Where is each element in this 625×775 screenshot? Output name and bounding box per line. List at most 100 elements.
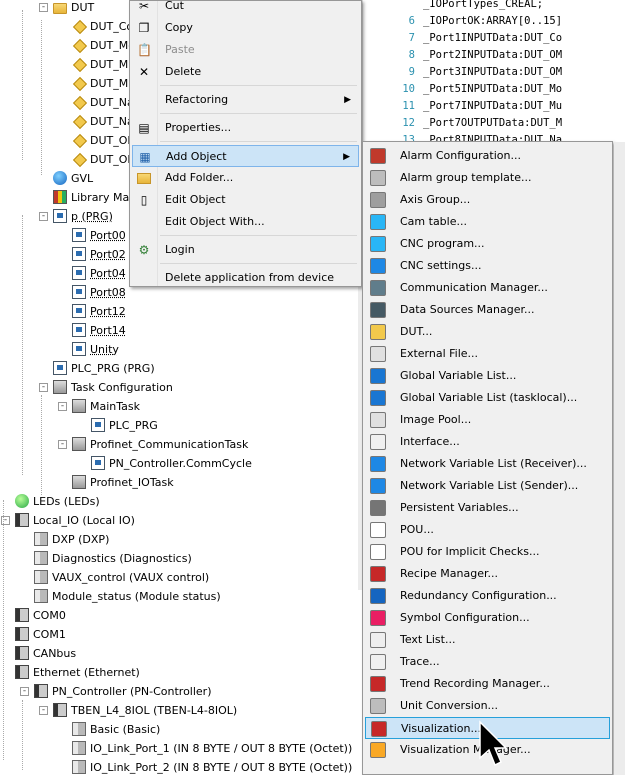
tree-item[interactable]: DUT: [53, 0, 94, 17]
submenu-item-external-file[interactable]: External File...: [365, 343, 610, 365]
tree-guide-line: [41, 395, 42, 495]
menu-item-add-folder[interactable]: Add Folder...: [132, 167, 359, 189]
tree-item[interactable]: Local_IO (Local IO): [15, 511, 135, 530]
code-line[interactable]: _IOPortTypes_CREAL;: [363, 0, 543, 13]
submenu-scrollbar[interactable]: [614, 142, 625, 775]
submenu-item-text-list[interactable]: Text List...: [365, 629, 610, 651]
tree-item[interactable]: PLC_PRG (PRG): [53, 359, 155, 378]
submenu-item-redundancy-configuration[interactable]: Redundancy Configuration...: [365, 585, 610, 607]
tree-item[interactable]: Port12: [72, 302, 126, 321]
submenu-item-network-variable-list-sender[interactable]: Network Variable List (Sender)...: [365, 475, 610, 497]
submenu-item-recipe-manager[interactable]: Recipe Manager...: [365, 563, 610, 585]
tree-item[interactable]: PN_Controller (PN-Controller): [34, 682, 212, 701]
submenu-item-pou[interactable]: POU...: [365, 519, 610, 541]
submenu-item-axis-group[interactable]: Axis Group...: [365, 189, 610, 211]
tree-expander[interactable]: -: [58, 440, 67, 449]
submenu-item-cam-table[interactable]: Cam table...: [365, 211, 610, 233]
submenu-item-alarm-group-template[interactable]: Alarm group template...: [365, 167, 610, 189]
menu-item-cut[interactable]: ✂ Cut: [132, 0, 359, 17]
tree-item-label: COM0: [33, 609, 66, 622]
submenu-item-pou-for-implicit-checks[interactable]: POU for Implicit Checks...: [365, 541, 610, 563]
tree-item[interactable]: VAUX_control (VAUX control): [34, 568, 209, 587]
submenu-item-unit-conversion[interactable]: Unit Conversion...: [365, 695, 610, 717]
submenu-item-data-sources-manager[interactable]: Data Sources Manager...: [365, 299, 610, 321]
tree-expander[interactable]: -: [39, 212, 48, 221]
menu-item-login[interactable]: ⚙ Login: [132, 239, 359, 261]
tree-expander[interactable]: -: [39, 3, 48, 12]
tree-item[interactable]: Port08: [72, 283, 126, 302]
tree-item[interactable]: Basic (Basic): [72, 720, 160, 739]
action-icon: [72, 228, 86, 242]
code-line[interactable]: 12 _Port7OUTPUTData:DUT_M: [363, 115, 562, 132]
menu-item-refactoring[interactable]: Refactoring ▶: [132, 89, 359, 111]
program-icon: [53, 361, 67, 375]
tree-item[interactable]: Module_status (Module status): [34, 587, 221, 606]
tree-expander[interactable]: -: [39, 706, 48, 715]
tree-item[interactable]: COM0: [15, 606, 66, 625]
tree-item[interactable]: PLC_PRG: [91, 416, 158, 435]
trend-icon: [370, 676, 386, 692]
tree-item[interactable]: Profinet_CommunicationTask: [72, 435, 248, 454]
tree-item[interactable]: p (PRG): [53, 207, 113, 226]
tree-item[interactable]: IO_Link_Port_2 (IN 8 BYTE / OUT 8 BYTE (…: [72, 758, 352, 775]
submenu-item-network-variable-list-receiver[interactable]: Network Variable List (Receiver)...: [365, 453, 610, 475]
tree-item[interactable]: IO_Link_Port_1 (IN 8 BYTE / OUT 8 BYTE (…: [72, 739, 352, 758]
tree-guide-line: [41, 20, 42, 175]
tree-item[interactable]: PN_Controller.CommCycle: [91, 454, 252, 473]
tree-item[interactable]: Ethernet (Ethernet): [15, 663, 140, 682]
submenu-item-cnc-program[interactable]: CNC program...: [365, 233, 610, 255]
tree-expander[interactable]: -: [20, 687, 29, 696]
submenu-item-alarm-configuration[interactable]: Alarm Configuration...: [365, 145, 610, 167]
dut-icon: [72, 133, 86, 147]
submenu-item-global-variable-list[interactable]: Global Variable List...: [365, 365, 610, 387]
submenu-item-image-pool[interactable]: Image Pool...: [365, 409, 610, 431]
module-icon: [72, 760, 86, 774]
tree-item[interactable]: COM1: [15, 625, 66, 644]
code-line[interactable]: 8 _Port2INPUTData:DUT_OM: [363, 47, 562, 64]
submenu-item-trace[interactable]: Trace...: [365, 651, 610, 673]
tree-item[interactable]: Unity: [72, 340, 119, 359]
submenu-item-trend-recording-manager[interactable]: Trend Recording Manager...: [365, 673, 610, 695]
tree-item[interactable]: TBEN_L4_8IOL (TBEN-L4-8IOL): [53, 701, 237, 720]
menu-item-copy[interactable]: ❐ Copy: [132, 17, 359, 39]
menu-item-edit-object[interactable]: ▯ Edit Object: [132, 189, 359, 211]
submenu-item-symbol-configuration[interactable]: Symbol Configuration...: [365, 607, 610, 629]
code-line[interactable]: 11 _Port7INPUTData:DUT_Mu: [363, 98, 562, 115]
submenu-item-persistent-variables[interactable]: Persistent Variables...: [365, 497, 610, 519]
menu-item-delete-application-from-device[interactable]: Delete application from device: [132, 267, 359, 289]
tree-item[interactable]: CANbus: [15, 644, 76, 663]
tree-item[interactable]: Profinet_IOTask: [72, 473, 174, 492]
code-line[interactable]: 9 _Port3INPUTData:DUT_OM: [363, 64, 562, 81]
tree-item[interactable]: LEDs (LEDs): [15, 492, 100, 511]
tree-item[interactable]: Port04: [72, 264, 126, 283]
menu-item-delete[interactable]: ✕ Delete: [132, 61, 359, 83]
tree-item[interactable]: Diagnostics (Diagnostics): [34, 549, 192, 568]
tree-expander[interactable]: -: [39, 383, 48, 392]
menu-item-paste[interactable]: 📋 Paste: [132, 39, 359, 61]
submenu-item-dut[interactable]: DUT...: [365, 321, 610, 343]
code-line[interactable]: 10 _Port5INPUTData:DUT_Mo: [363, 81, 562, 98]
submenu-item-global-variable-list-tasklocal[interactable]: Global Variable List (tasklocal)...: [365, 387, 610, 409]
task-icon: [72, 399, 86, 413]
tree-item[interactable]: DXP (DXP): [34, 530, 109, 549]
tree-item[interactable]: Port14: [72, 321, 126, 340]
tree-item[interactable]: MainTask: [72, 397, 140, 416]
submenu-item-communication-manager[interactable]: Communication Manager...: [365, 277, 610, 299]
code-line[interactable]: 6 _IOPortOK:ARRAY[0..15]: [363, 13, 562, 30]
tree-expander[interactable]: -: [58, 402, 67, 411]
menu-item-edit-object-with[interactable]: Edit Object With...: [132, 211, 359, 233]
submenu-item-label: External File...: [400, 347, 479, 360]
device-icon: [15, 513, 29, 527]
tree-item-label: Port04: [90, 267, 126, 280]
code-line[interactable]: 7 _Port1INPUTData:DUT_Co: [363, 30, 562, 47]
submenu-item-label: CNC settings...: [400, 259, 482, 272]
tree-item-label: MainTask: [90, 400, 140, 413]
menu-item-add-object[interactable]: ▦ Add Object ▶: [132, 145, 359, 167]
tree-item[interactable]: GVL: [53, 169, 93, 188]
tree-item[interactable]: Port02: [72, 245, 126, 264]
submenu-item-interface[interactable]: Interface...: [365, 431, 610, 453]
submenu-item-cnc-settings[interactable]: CNC settings...: [365, 255, 610, 277]
tree-item[interactable]: Port00: [72, 226, 126, 245]
tree-item[interactable]: Task Configuration: [53, 378, 173, 397]
menu-item-properties[interactable]: ▤ Properties...: [132, 117, 359, 139]
